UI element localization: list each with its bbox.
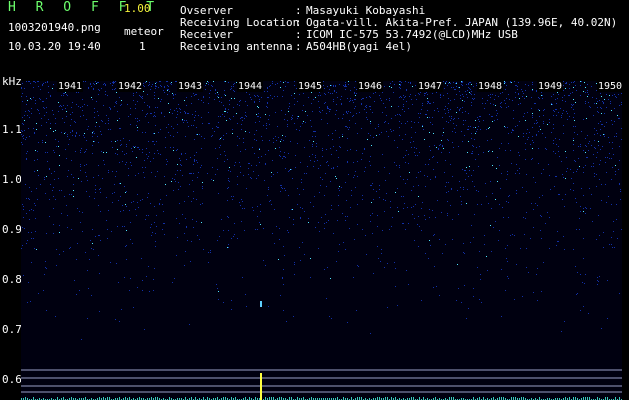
- y-tick-0-7: 0.7: [2, 323, 22, 336]
- hrofft-window: H R O F F T 1.00 1003201940.png 10.03.20…: [0, 0, 629, 400]
- x-tick-1946: 1946: [357, 81, 384, 92]
- spectrogram-background: [21, 81, 622, 400]
- antenna-colon: :: [295, 40, 302, 53]
- meteor-label: meteor: [124, 25, 164, 38]
- datetime-label: 10.03.20 19:40: [8, 40, 101, 53]
- x-tick-1949: 1949: [537, 81, 564, 92]
- y-tick-1-1: 1.1: [2, 123, 22, 136]
- meteor-echo: [260, 373, 262, 400]
- meteor-count: 1: [139, 40, 146, 53]
- y-axis-unit: kHz: [2, 75, 22, 88]
- y-tick-0-6: 0.6: [2, 373, 22, 386]
- x-tick-1941: 1941: [57, 81, 84, 92]
- version-label: 1.00: [124, 2, 151, 15]
- x-tick-1943: 1943: [177, 81, 204, 92]
- spectrogram-canvas: [21, 81, 622, 400]
- time-axis: 1941 1942 1943 1944 1945 1946 1947 1948 …: [21, 81, 624, 93]
- spectrogram-plot[interactable]: [21, 81, 622, 400]
- x-tick-1942: 1942: [117, 81, 144, 92]
- x-tick-1947: 1947: [417, 81, 444, 92]
- antenna-value: A504HB(yagi 4el): [306, 40, 412, 53]
- y-tick-1-0: 1.0: [2, 173, 22, 186]
- meteor-head-echo: [260, 301, 262, 307]
- x-tick-1948: 1948: [477, 81, 504, 92]
- antenna-label: Receiving antenna: [180, 40, 293, 53]
- filename-label: 1003201940.png: [8, 21, 101, 34]
- x-tick-1944: 1944: [237, 81, 264, 92]
- x-tick-1945: 1945: [297, 81, 324, 92]
- y-tick-0-9: 0.9: [2, 223, 22, 236]
- x-tick-1950: 1950: [597, 81, 624, 92]
- y-tick-0-8: 0.8: [2, 273, 22, 286]
